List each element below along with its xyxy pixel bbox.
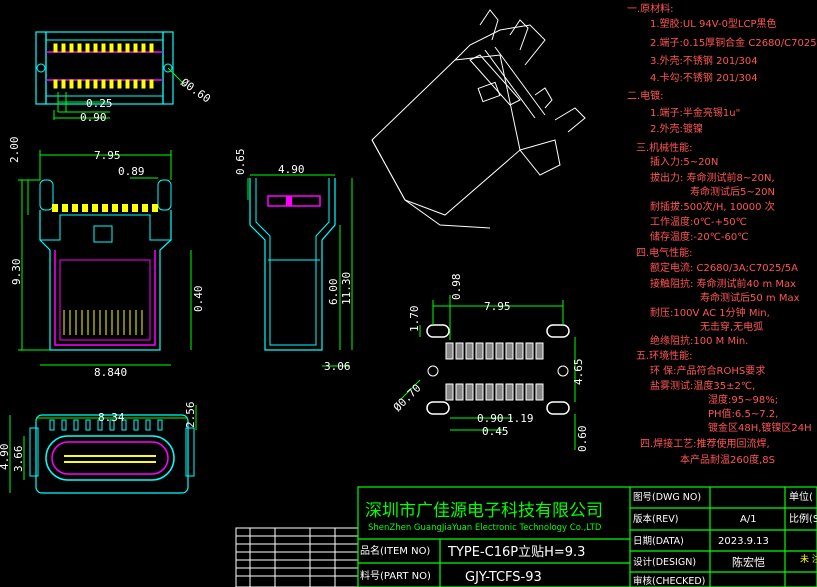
date-value: 2023.9.13	[718, 536, 769, 547]
dim-end-256: 2.56	[184, 402, 197, 429]
dim-pcb-795: 7.95	[484, 300, 511, 313]
isometric-view	[371, 9, 586, 229]
end-view: 8.34 2.56 4.90 3.66	[0, 402, 197, 494]
company-name-cn: 深圳市广佳源电子科技有限公司	[365, 501, 603, 521]
item-no-value: TYPE-C16P立贴H=9.3	[447, 545, 585, 560]
spec-line: 工作温度:0℃-+50℃	[650, 215, 747, 228]
spec-line: 额定电流: C2680/3A;C7025/5A	[650, 261, 798, 274]
rev-value: A/1	[740, 514, 757, 525]
scale-label: 比例(S	[789, 512, 817, 525]
spec-line: 五.环境性能:	[636, 349, 693, 362]
spec-line: 2.端子:0.15厚铜合金 C2680/C7025	[650, 36, 817, 49]
dim-side-490: 4.90	[278, 163, 305, 176]
spec-line: 拔出力: 寿命测试前8~20N,	[650, 171, 775, 184]
spec-line: 二.电镀:	[627, 89, 664, 102]
part-no-label: 料号(PART NO)	[360, 569, 431, 582]
spec-line: 耐插拔:500次/H, 10000 次	[650, 200, 775, 213]
dim-side-600: 6.00	[327, 279, 340, 306]
spec-line: 镀金区48H,镀镍区24H	[708, 421, 812, 434]
dim-front-930: 9.30	[10, 259, 23, 286]
spec-line: 湿度:95~98%;	[708, 393, 778, 406]
design-label: 设计(DESIGN)	[633, 556, 696, 568]
dim-top-090: 0.90	[80, 111, 107, 124]
drawing-sheet: 0.25 0.90 Ø0.60 7.95 0.89 2.00 9.30 0.40…	[0, 2, 817, 587]
spec-line: 绝缘阻抗:100 M Min.	[650, 334, 748, 347]
dim-front-040: 0.40	[192, 286, 205, 313]
drawing-canvas: 0.25 0.90 Ø0.60 7.95 0.89 2.00 9.30 0.40…	[0, 0, 817, 587]
checked-label: 审核(CHECKED)	[633, 575, 705, 587]
spec-line: 本产品耐温260度,8S	[680, 453, 775, 466]
tolerance-label: 未 注	[800, 553, 817, 565]
dwg-no-label: 图号(DWG NO)	[633, 492, 701, 503]
part-no-value: GJY-TCFS-93	[465, 570, 542, 585]
spec-line: 接触阻抗: 寿命测试前40 m Max	[650, 277, 796, 290]
spec-line: 寿命测试后5~20N	[690, 185, 775, 198]
dim-front-width: 7.95	[94, 149, 121, 162]
spec-notes: 一.原材料: 1.塑胶:UL 94V-0型LCP黑色 2.端子:0.15厚铜合金…	[627, 2, 817, 466]
date-label: 日期(DATA)	[633, 536, 684, 547]
dim-side-306: 3.06	[324, 360, 351, 373]
dim-end-490: 4.90	[0, 444, 11, 471]
spec-line: 三.机械性能:	[636, 141, 693, 154]
spec-line: 四.电气性能:	[636, 246, 693, 259]
spec-line: 储存温度:-20℃-60℃	[650, 230, 749, 243]
spec-line: 一.原材料:	[627, 2, 674, 15]
spec-line: 2.外壳:镀镍	[650, 122, 703, 135]
dim-pcb-phi070: Ø0.70	[391, 382, 424, 415]
dim-pcb-090: 0.90	[477, 412, 504, 425]
spec-line: 无击穿,无电弧	[700, 320, 763, 333]
spec-line: 3.外壳:不锈钢 201/304	[650, 54, 758, 67]
spec-line: 1.端子:半金亮锡1u"	[650, 106, 740, 119]
spec-line: 1.塑胶:UL 94V-0型LCP黑色	[650, 17, 777, 30]
dim-pcb-119: 1.19	[507, 412, 534, 425]
dim-end-834: 8.34	[98, 411, 125, 424]
dim-pcb-098: 0.98	[450, 274, 463, 301]
design-value: 陈宏恺	[732, 555, 765, 569]
spec-line: 4.卡勾:不锈钢 201/304	[650, 71, 758, 84]
side-view: 4.90 0.65 6.00 11.30 3.06	[234, 149, 353, 374]
spec-line: 耐压:100V AC 1分钟 Min,	[650, 306, 770, 319]
dim-pcb-170: 1.70	[408, 306, 421, 333]
title-block: 深圳市广佳源电子科技有限公司 ShenZhen GuangJiaYuan Ele…	[357, 486, 817, 587]
dim-front-200: 2.00	[8, 137, 21, 164]
spec-line: 环 保:产品符合ROHS要求	[650, 364, 765, 377]
company-name-en: ShenZhen GuangJiaYuan Electronic Technol…	[368, 523, 602, 533]
front-view: 7.95 0.89 2.00 9.30 0.40 8.840	[8, 137, 205, 380]
spec-line: 盐雾测试:温度35±2℃,	[650, 379, 755, 392]
dim-front-089: 0.89	[118, 165, 145, 178]
dim-front-8840: 8.840	[94, 366, 127, 379]
top-view: 0.25 0.90 Ø0.60	[35, 31, 213, 124]
pcb-layout: 7.95 0.98 1.70 4.65 Ø0.70 0.90 1.19 0.45…	[391, 274, 589, 453]
item-no-label: 品名(ITEM NO)	[360, 544, 430, 557]
spec-line: 插入力:5~20N	[650, 155, 718, 168]
revision-table	[235, 527, 359, 587]
spec-line: 寿命测试后50 m Max	[700, 291, 800, 304]
dim-side-1130: 11.30	[340, 272, 353, 305]
spec-line: PH值:6.5~7.2,	[708, 407, 778, 420]
spec-line: 四.焊接工艺:推荐使用回流焊,	[640, 437, 770, 450]
dim-pcb-465: 4.65	[572, 359, 585, 386]
rev-label: 版本(REV)	[633, 513, 679, 525]
dim-pcb-045: 0.45	[482, 425, 509, 438]
dim-pcb-060: 0.60	[576, 426, 589, 453]
unit-label: 单位(	[789, 490, 813, 503]
dim-top-phi: Ø0.60	[178, 76, 213, 106]
dim-top-025: 0.25	[86, 97, 113, 110]
dim-end-366: 3.66	[12, 446, 25, 473]
dim-side-065: 0.65	[234, 149, 247, 176]
